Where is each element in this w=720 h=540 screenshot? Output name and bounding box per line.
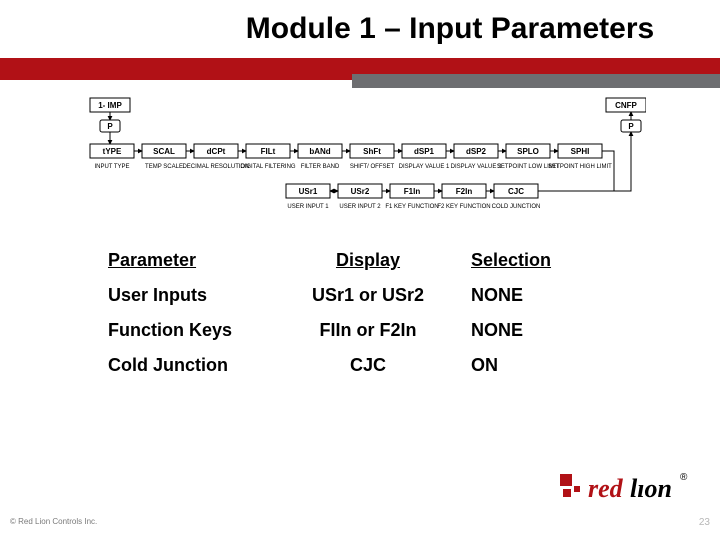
cell-display: FIIn or F2In	[283, 320, 453, 341]
svg-text:CNFP: CNFP	[615, 101, 637, 110]
svg-text:SPHI: SPHI	[571, 147, 590, 156]
svg-text:ShFt: ShFt	[363, 147, 381, 156]
svg-text:P: P	[107, 122, 113, 131]
svg-text:USr1: USr1	[299, 187, 318, 196]
slide: Module 1 – Input Parameters 1- IMP P	[0, 0, 720, 540]
logo-text-lion: lıon	[630, 474, 672, 504]
col-header-display: Display	[283, 250, 453, 271]
cell-selection: NONE	[453, 320, 578, 341]
logo-text-red: red	[588, 474, 623, 504]
cell-param: Function Keys	[108, 320, 283, 341]
svg-text:INPUT TYPE: INPUT TYPE	[94, 164, 129, 170]
svg-text:CJC: CJC	[508, 187, 524, 196]
svg-text:F1 KEY FUNCTION: F1 KEY FUNCTION	[385, 204, 438, 210]
flow-row2: USr1 USER INPUT 1 USr2 USER INPUT 2 F1In F1…	[286, 184, 540, 210]
col-header-parameter: Parameter	[108, 250, 283, 271]
svg-text:dSP2: dSP2	[466, 147, 487, 156]
cell-selection: ON	[453, 355, 578, 376]
svg-text:COLD JUNCTION: COLD JUNCTION	[492, 204, 541, 210]
svg-text:F2In: F2In	[456, 187, 473, 196]
cell-param: Cold Junction	[108, 355, 283, 376]
svg-text:bANd: bANd	[309, 147, 330, 156]
cell-param: User Inputs	[108, 285, 283, 306]
svg-text:1- IMP: 1- IMP	[98, 101, 122, 110]
parameter-flow-diagram: 1- IMP P tYPE INPUT TYPE SCAL TEMP SCALE d…	[86, 96, 646, 226]
footer-page-number: 23	[699, 517, 710, 528]
cell-display: CJC	[283, 355, 453, 376]
table-row: Function Keys FIIn or F2In NONE	[108, 320, 578, 341]
nav-chip-left: P	[100, 120, 120, 132]
svg-text:TEMP SCALE: TEMP SCALE	[145, 164, 183, 170]
svg-text:FILt: FILt	[261, 147, 276, 156]
col-header-selection: Selection	[453, 250, 578, 271]
footer-copyright: © Red Lion Controls Inc.	[10, 517, 97, 526]
redlion-logo: red lıon ®	[560, 470, 690, 512]
page-title: Module 1 – Input Parameters	[0, 12, 720, 46]
svg-text:dSP1: dSP1	[414, 147, 435, 156]
logo-registered-icon: ®	[680, 472, 687, 483]
svg-text:USER INPUT 1: USER INPUT 1	[287, 204, 329, 210]
flow-exit: CNFP	[606, 98, 646, 112]
svg-text:USr2: USr2	[351, 187, 370, 196]
svg-text:DIGITAL FILTERING: DIGITAL FILTERING	[240, 164, 296, 170]
parameter-table: Parameter Display Selection User Inputs …	[108, 250, 578, 390]
svg-text:DISPLAY VALUE 2: DISPLAY VALUE 2	[451, 164, 502, 170]
nav-chip-right: P	[621, 120, 641, 132]
table-row: User Inputs USr1 or USr2 NONE	[108, 285, 578, 306]
cell-selection: NONE	[453, 285, 578, 306]
accent-bar-gray	[352, 74, 720, 88]
svg-text:SCAL: SCAL	[153, 147, 175, 156]
svg-text:P: P	[628, 122, 634, 131]
svg-text:DISPLAY VALUE 1: DISPLAY VALUE 1	[399, 164, 450, 170]
svg-text:dCPt: dCPt	[207, 147, 226, 156]
svg-text:SPLO: SPLO	[517, 147, 539, 156]
flow-entry: 1- IMP	[90, 98, 130, 112]
svg-text:FILTER BAND: FILTER BAND	[301, 164, 340, 170]
svg-text:SHIFT/ OFFSET: SHIFT/ OFFSET	[350, 164, 395, 170]
flow-row1: tYPEINPUT TYPE SCALTEMP SCALE dCPtDECIMA…	[90, 144, 612, 170]
svg-text:F2 KEY FUNCTION: F2 KEY FUNCTION	[437, 204, 490, 210]
svg-text:F1In: F1In	[404, 187, 421, 196]
cell-display: USr1 or USr2	[283, 285, 453, 306]
svg-text:tYPE: tYPE	[103, 147, 122, 156]
svg-text:SETPOINT HIGH LIMIT: SETPOINT HIGH LIMIT	[548, 164, 612, 170]
table-row: Cold Junction CJC ON	[108, 355, 578, 376]
svg-text:USER INPUT 2: USER INPUT 2	[339, 204, 381, 210]
table-header-row: Parameter Display Selection	[108, 250, 578, 271]
